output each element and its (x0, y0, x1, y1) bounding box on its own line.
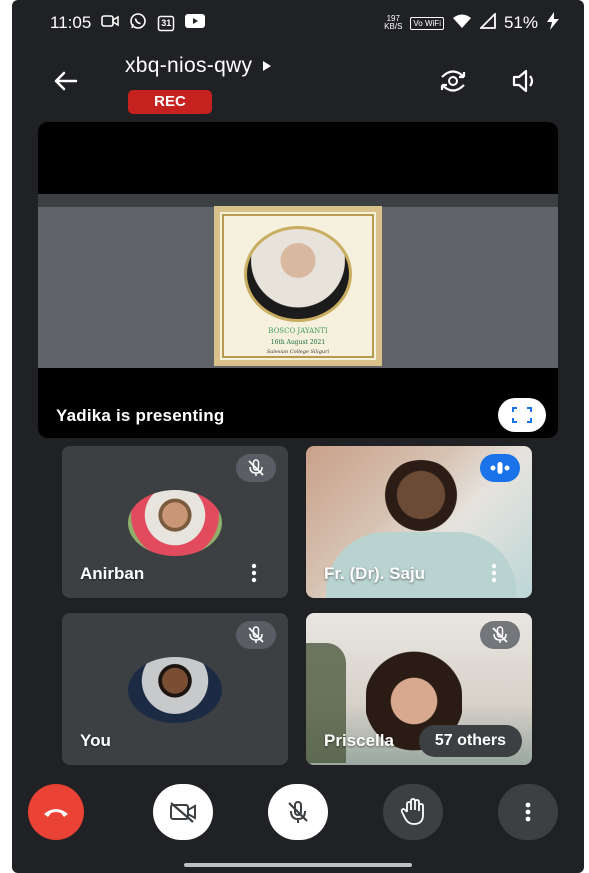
speaking-indicator (480, 454, 520, 482)
camera-notification-icon (101, 13, 120, 33)
status-bar-right: 197 KB/S Vo WiFi 51% (384, 11, 560, 35)
clock: 11:05 (50, 13, 92, 32)
presentation-tile[interactable]: BOSCO JAYANTI 16th August 2021 Salesian … (38, 122, 558, 438)
avatar (128, 657, 222, 723)
call-top-bar: xbq-nios-qwy REC (12, 46, 584, 122)
raise-hand-button[interactable] (383, 784, 443, 840)
raise-hand-icon (400, 798, 424, 825)
more-vert-icon (525, 802, 531, 822)
speaker-icon (512, 69, 534, 93)
more-options-button[interactable] (486, 562, 502, 584)
youtube-icon (185, 13, 206, 33)
participant-name: You (80, 731, 111, 750)
meet-call-screen: 11:05 31 197 KB/S Vo WiFi 51% xbq-nios-q… (12, 0, 584, 873)
participant-name: Anirban (80, 564, 145, 583)
caret-right-icon (263, 61, 272, 71)
fullscreen-icon (512, 407, 532, 423)
slide-date: 16th August 2021 (270, 339, 326, 346)
recording-badge: REC (128, 90, 212, 114)
slide-heading: BOSCO JAYANTI (268, 327, 328, 335)
status-bar-left: 11:05 31 (50, 12, 206, 35)
avatar (128, 490, 222, 556)
switch-camera-button[interactable] (436, 64, 470, 98)
slide-card: BOSCO JAYANTI 16th August 2021 Salesian … (214, 206, 382, 366)
mic-off-icon (248, 626, 264, 643)
arrow-back-icon (54, 71, 78, 91)
charging-bolt-icon (546, 11, 560, 35)
camera-off-icon (170, 802, 196, 823)
switch-camera-icon (440, 70, 466, 92)
whatsapp-icon (129, 12, 147, 35)
more-vert-icon (491, 563, 497, 583)
status-bar: 11:05 31 197 KB/S Vo WiFi 51% (12, 0, 584, 46)
mic-off-icon (492, 626, 508, 643)
meeting-code: xbq-nios-qwy (125, 54, 253, 77)
others-count-button[interactable]: 57 others (418, 725, 522, 757)
mic-off-badge (480, 621, 520, 649)
presenter-label: Yadika is presenting (56, 406, 225, 425)
net-speed: 197 KB/S (384, 15, 402, 31)
participant-tile[interactable]: You (62, 613, 288, 765)
battery-percent: 51% (503, 13, 538, 32)
fullscreen-button[interactable] (498, 398, 546, 432)
more-options-button[interactable] (498, 784, 558, 840)
mic-off-icon (248, 459, 264, 476)
more-options-button[interactable] (246, 562, 262, 584)
mic-off-badge (236, 621, 276, 649)
volte-wifi-badge: Vo WiFi (410, 16, 444, 30)
participant-tile[interactable]: Fr. (Dr). Saju (306, 446, 532, 598)
wifi-icon (452, 13, 472, 34)
mic-toggle-button[interactable] (268, 784, 328, 840)
net-speed-unit: KB/S (384, 22, 403, 31)
meeting-title[interactable]: xbq-nios-qwy (125, 54, 272, 78)
mic-off-badge (236, 454, 276, 482)
participant-tile[interactable]: Priscella 57 others (306, 613, 532, 765)
participant-name: Priscella (324, 731, 394, 750)
more-vert-icon (251, 563, 257, 583)
participant-tile[interactable]: Anirban (62, 446, 288, 598)
calendar-icon: 31 (157, 14, 175, 32)
end-call-icon (44, 809, 68, 817)
calendar-day: 31 (161, 18, 172, 28)
call-controls (12, 784, 584, 844)
pdf-viewer: BOSCO JAYANTI 16th August 2021 Salesian … (38, 194, 558, 368)
end-call-button[interactable] (28, 784, 84, 840)
gesture-nav-bar[interactable] (184, 863, 412, 867)
signal-icon (478, 11, 496, 34)
slide-institution: Salesian College Siliguri (266, 349, 330, 355)
back-button[interactable] (48, 64, 82, 98)
audio-level-icon (490, 462, 510, 474)
audio-output-button[interactable] (508, 64, 542, 98)
mic-off-icon (288, 801, 308, 823)
participant-name: Fr. (Dr). Saju (324, 564, 426, 583)
camera-toggle-button[interactable] (153, 784, 213, 840)
portrait-image (244, 226, 352, 322)
